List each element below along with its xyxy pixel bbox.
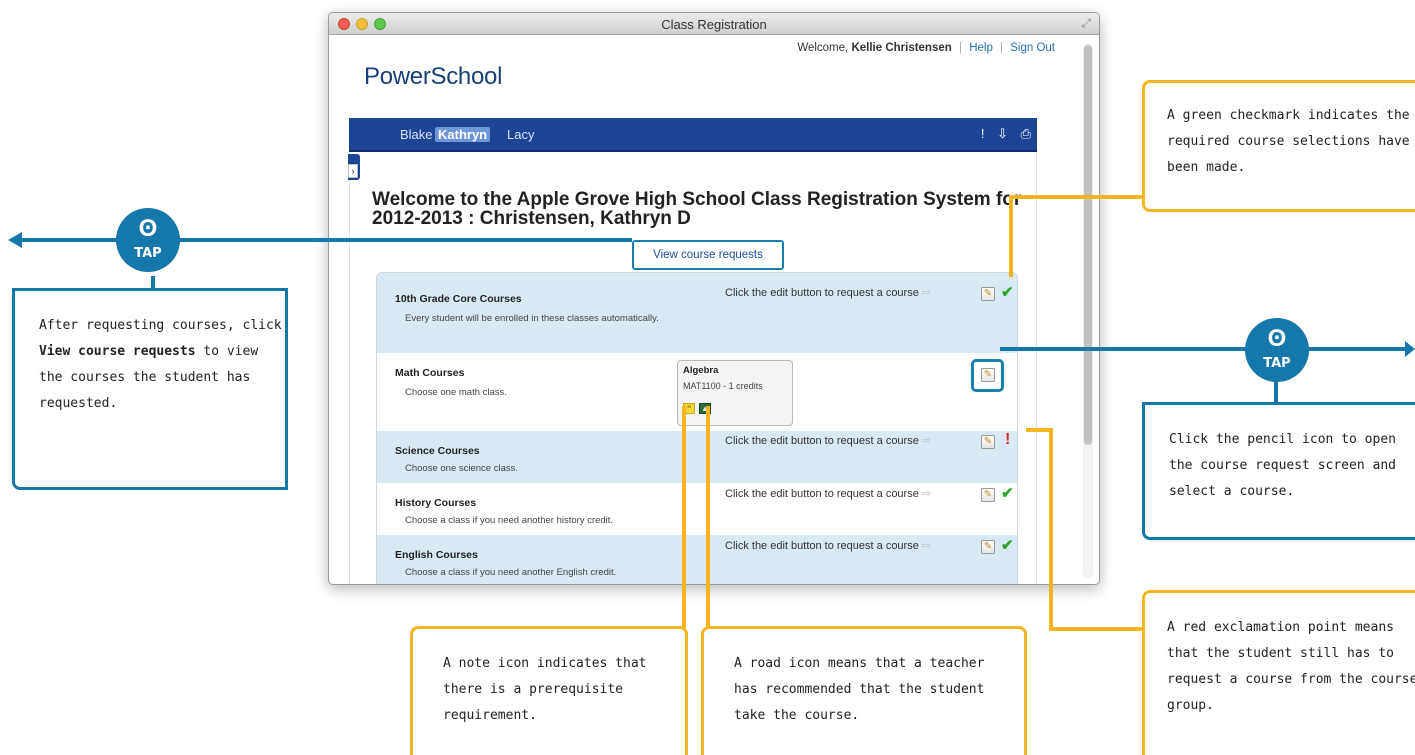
edit-hint: Click the edit button to request a cours…: [725, 539, 931, 552]
tap-badge-right: ʘ TAP: [1245, 318, 1309, 382]
tap-label: TAP: [134, 246, 162, 261]
group-name: Math Courses: [395, 367, 465, 379]
welcome-bar: Welcome, Kellie Christensen | Help | Sig…: [797, 42, 1055, 54]
help-link[interactable]: Help: [969, 42, 993, 54]
vertical-scrollbar[interactable]: [1083, 43, 1093, 578]
callout-text: A green checkmark indicates the required…: [1167, 108, 1410, 175]
callout-text: A note icon indicates that there is a pr…: [443, 656, 647, 723]
page-title: Welcome to the Apple Grove High School C…: [372, 189, 1022, 229]
student-navbar: Blake Kathryn Lacy ! ⇩ ⎙: [349, 118, 1037, 152]
welcome-prefix: Welcome,: [797, 42, 849, 54]
tap-badge-left: ʘ TAP: [116, 208, 180, 272]
separator: |: [958, 42, 962, 54]
window-title: Class Registration: [661, 17, 767, 32]
connector-line: [1009, 195, 1013, 277]
selected-course-card[interactable]: Algebra MAT1100 - 1 credits ≡ ▲: [677, 360, 793, 426]
student-tab-blake[interactable]: Blake: [397, 127, 436, 142]
road-icon-callout: A road icon means that a teacher has rec…: [701, 626, 1027, 755]
arrow-right-icon: ⇨: [921, 435, 932, 447]
view-course-requests-button[interactable]: View course requests: [632, 240, 784, 270]
connector-line: [706, 406, 710, 628]
edit-hint: Click the edit button to request a cours…: [725, 286, 931, 299]
exclamation-callout: A red exclamation point means that the s…: [1142, 590, 1415, 755]
powerschool-logo: PowerSchool: [364, 63, 503, 90]
callout-text: A red exclamation point means that the s…: [1167, 620, 1415, 713]
arrow-left-icon: [8, 232, 22, 248]
fullscreen-icon[interactable]: ⤢: [1081, 16, 1091, 31]
pencil-edit-icon[interactable]: ✎: [981, 368, 995, 382]
navbar-icons: ! ⇩ ⎙: [972, 126, 1031, 142]
edit-hint-text: Click the edit button to request a cours…: [725, 287, 919, 299]
edit-hint-text: Click the edit button to request a cours…: [725, 540, 919, 552]
view-requests-callout: After requesting courses, click View cou…: [12, 288, 288, 490]
tap-arrow-line-right: [1000, 347, 1406, 351]
pencil-edit-icon[interactable]: ✎: [981, 287, 995, 301]
student-tab-lacy[interactable]: Lacy: [504, 127, 537, 142]
green-checkmark-icon: ✔: [1001, 284, 1014, 301]
tap-arrow-line-left: [18, 238, 632, 242]
group-description: Choose a class if you need another Engli…: [405, 567, 617, 578]
course-groups-table: 10th Grade Core Courses Every student wi…: [376, 272, 1018, 584]
callout-text: After requesting courses, click View cou…: [39, 313, 285, 417]
edit-hint-text: Click the edit button to request a cours…: [725, 488, 919, 500]
connector-line: [1049, 428, 1053, 630]
callout-bold-text: View course requests: [39, 344, 196, 359]
pencil-edit-icon[interactable]: ✎: [981, 435, 995, 449]
sign-out-link[interactable]: Sign Out: [1010, 42, 1055, 54]
arrow-right-icon: ⇨: [921, 287, 932, 299]
tap-label: TAP: [1263, 356, 1291, 371]
course-group-row: 10th Grade Core Courses Every student wi…: [377, 273, 1017, 353]
course-title: Algebra: [683, 365, 719, 376]
group-name: English Courses: [395, 549, 478, 561]
download-icon[interactable]: ⇩: [997, 126, 1008, 141]
fingerprint-icon: ʘ: [1267, 325, 1287, 352]
title-bar: Class Registration ⤢: [329, 13, 1099, 35]
edit-hint: Click the edit button to request a cours…: [725, 487, 931, 500]
checkmark-callout: A green checkmark indicates the required…: [1142, 80, 1415, 212]
green-checkmark-icon: ✔: [1001, 485, 1014, 502]
callout-text: A road icon means that a teacher has rec…: [734, 656, 985, 723]
main-content: › Welcome to the Apple Grove High School…: [348, 152, 1037, 584]
edit-hint-text: Click the edit button to request a cours…: [725, 435, 919, 447]
group-description: Every student will be enrolled in these …: [405, 313, 659, 324]
class-registration-window: Class Registration ⤢ Welcome, Kellie Chr…: [328, 12, 1100, 585]
group-name: 10th Grade Core Courses: [395, 293, 522, 305]
pencil-callout: Click the pencil icon to open the course…: [1142, 402, 1415, 540]
separator: |: [1000, 42, 1004, 54]
arrow-right-icon: [1405, 341, 1415, 357]
scrollbar-thumb[interactable]: [1084, 45, 1092, 445]
course-code: MAT1100 - 1 credits: [683, 381, 763, 391]
connector-line: [682, 406, 686, 628]
student-tab-kathryn[interactable]: Kathryn: [435, 127, 491, 142]
user-name: Kellie Christensen: [851, 42, 952, 54]
print-icon[interactable]: ⎙: [1021, 126, 1031, 141]
arrow-right-icon: ⇨: [921, 540, 932, 552]
course-group-row: Science Courses Choose one science class…: [377, 431, 1017, 483]
note-icon-callout: A note icon indicates that there is a pr…: [410, 626, 688, 755]
red-exclamation-icon: !: [1005, 431, 1011, 448]
callout-text: Click the pencil icon to open the course…: [1169, 432, 1396, 499]
arrow-right-icon: ⇨: [921, 488, 932, 500]
course-group-row: English Courses Choose a class if you ne…: [377, 535, 1017, 584]
edit-hint: Click the edit button to request a cours…: [725, 434, 931, 447]
pencil-edit-icon[interactable]: ✎: [981, 488, 995, 502]
green-checkmark-icon: ✔: [1001, 537, 1014, 554]
course-group-row: History Courses Choose a class if you ne…: [377, 483, 1017, 535]
group-description: Choose one math class.: [405, 387, 507, 398]
expand-icon[interactable]: ›: [348, 164, 358, 178]
callout-text-part: After requesting courses, click: [39, 318, 282, 333]
pencil-edit-icon[interactable]: ✎: [981, 540, 995, 554]
exclamation-icon[interactable]: !: [981, 126, 985, 141]
connector-line: [1009, 195, 1144, 199]
fingerprint-icon: ʘ: [138, 215, 158, 242]
group-name: Science Courses: [395, 445, 480, 457]
group-description: Choose one science class.: [405, 463, 519, 474]
group-description: Choose a class if you need another histo…: [405, 515, 614, 526]
connector-line: [1049, 627, 1143, 631]
course-group-row: Math Courses Choose one math class. Alge…: [377, 353, 1017, 431]
group-name: History Courses: [395, 497, 477, 509]
